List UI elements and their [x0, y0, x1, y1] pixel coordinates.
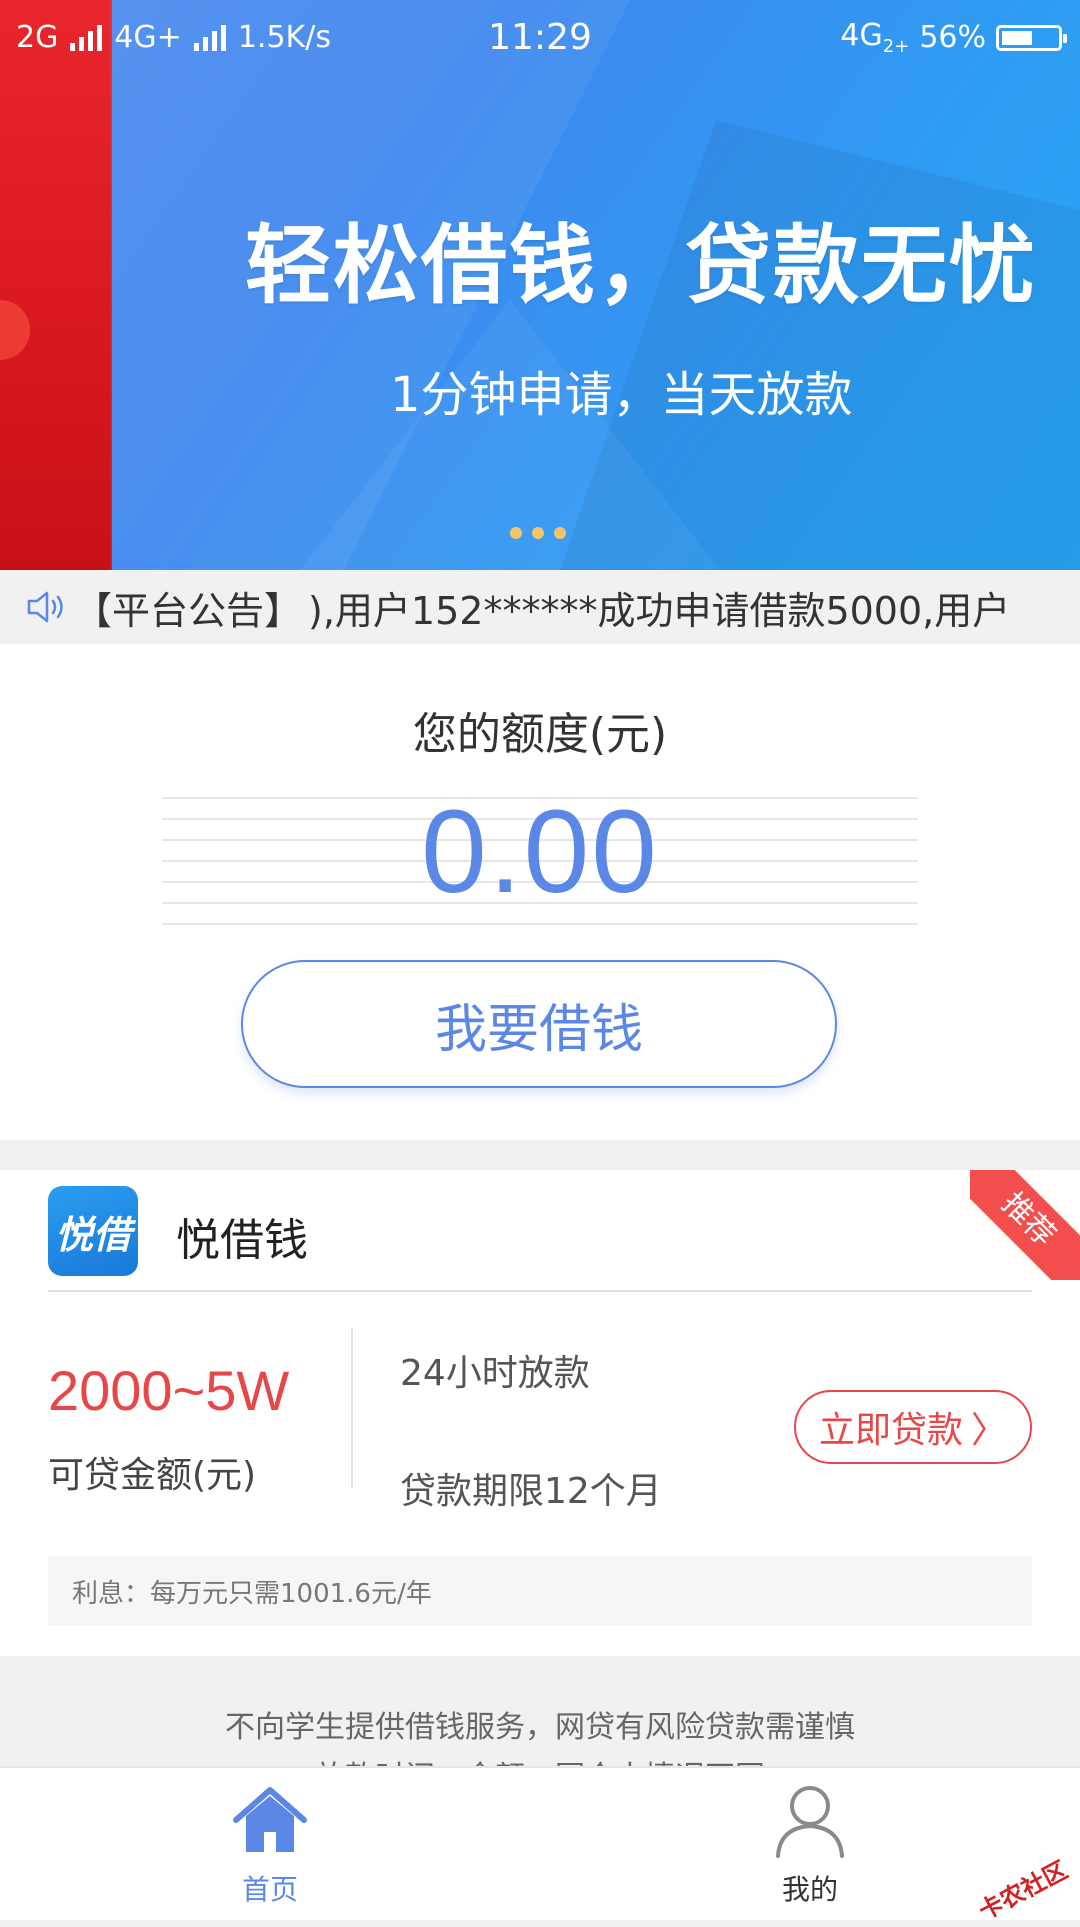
apply-loan-label: 立即贷款	[818, 1410, 963, 1451]
disclaimer-line-2: 放款时间、金额、因个人情况不同	[0, 1752, 1080, 1766]
recommend-ribbon-label: 推荐	[970, 1170, 1080, 1280]
tab-mine-label: 我的	[781, 1873, 838, 1906]
pagination-dot[interactable]	[532, 527, 544, 539]
battery-fill	[1002, 30, 1032, 45]
loan-amount-range: 2000~5W	[48, 1359, 290, 1422]
announcement-text: ),用户152******成功申请借款5000,用户	[308, 588, 1011, 633]
disclaimer: 不向学生提供借钱服务，网贷有风险贷款需谨慎 放款时间、金额、因个人情况不同	[0, 1656, 1080, 1766]
tab-home[interactable]: 首页	[170, 1780, 370, 1910]
network-type-3: 4G2+	[840, 18, 909, 57]
network-type-3-sub: 2+	[882, 36, 910, 57]
credit-limit-card: 您的额度(元) 0.00 我要借钱	[0, 644, 1080, 1140]
banner-subline: 1分钟申请，当天放款	[390, 367, 853, 423]
bottom-tab-bar: 首页 我的 卡农社区	[0, 1766, 1080, 1926]
battery-icon	[996, 24, 1067, 51]
tab-home-label: 首页	[241, 1873, 298, 1906]
banner-pagination[interactable]	[510, 527, 566, 539]
feature-term: 贷款期限12个月	[400, 1471, 662, 1512]
chevron-right-icon: 〉	[971, 1410, 1008, 1451]
divider	[48, 1290, 1032, 1292]
tab-mine[interactable]: 我的	[710, 1780, 910, 1910]
pagination-dot[interactable]	[554, 527, 566, 539]
product-logo-text: 悦借	[54, 1212, 131, 1257]
loan-amount-label: 可贷金额(元)	[48, 1455, 257, 1496]
feature-disbursal: 24小时放款	[400, 1353, 590, 1394]
banner-headline: 轻松借钱，贷款无忧	[245, 216, 1037, 316]
loan-product-card[interactable]: 悦借 悦借钱 推荐 2000~5W 可贷金额(元) 24小时放款 贷款期限12个…	[0, 1170, 1080, 1656]
disclaimer-line-1: 不向学生提供借钱服务，网贷有风险贷款需谨慎	[225, 1710, 855, 1745]
credit-limit-label: 您的额度(元)	[412, 709, 668, 760]
credit-limit-amount: 0.00	[421, 786, 659, 918]
recommend-ribbon: 推荐	[970, 1170, 1080, 1280]
network-type-3-label: 4G	[840, 18, 883, 53]
user-icon	[776, 1786, 844, 1858]
previous-slide-edge	[0, 0, 112, 570]
vertical-divider	[351, 1328, 353, 1488]
borrow-button[interactable]: 我要借钱	[241, 960, 837, 1088]
announcement-ticker[interactable]: 【平台公告】 ),用户152******成功申请借款5000,用户	[0, 570, 1080, 644]
home-icon	[233, 1787, 307, 1852]
status-bar: 2G 4G+ 1.5K/s 11:29 4G2+ 56%	[0, 0, 1080, 76]
pagination-dot[interactable]	[510, 527, 522, 539]
status-right: 4G2+ 56%	[840, 18, 1067, 57]
interest-info: 利息：每万元只需1001.6元/年	[48, 1556, 1032, 1626]
speaker-icon	[27, 591, 63, 623]
announcement-tag: 【平台公告】	[74, 588, 303, 633]
product-logo: 悦借	[48, 1186, 138, 1276]
promo-banner[interactable]: 轻松借钱，贷款无忧 1分钟申请，当天放款	[0, 0, 1080, 570]
watermark-logo: 卡农社区	[974, 1855, 1073, 1926]
product-name: 悦借钱	[176, 1215, 308, 1266]
battery-percent: 56%	[919, 20, 986, 55]
apply-loan-button[interactable]: 立即贷款 〉	[794, 1390, 1032, 1464]
